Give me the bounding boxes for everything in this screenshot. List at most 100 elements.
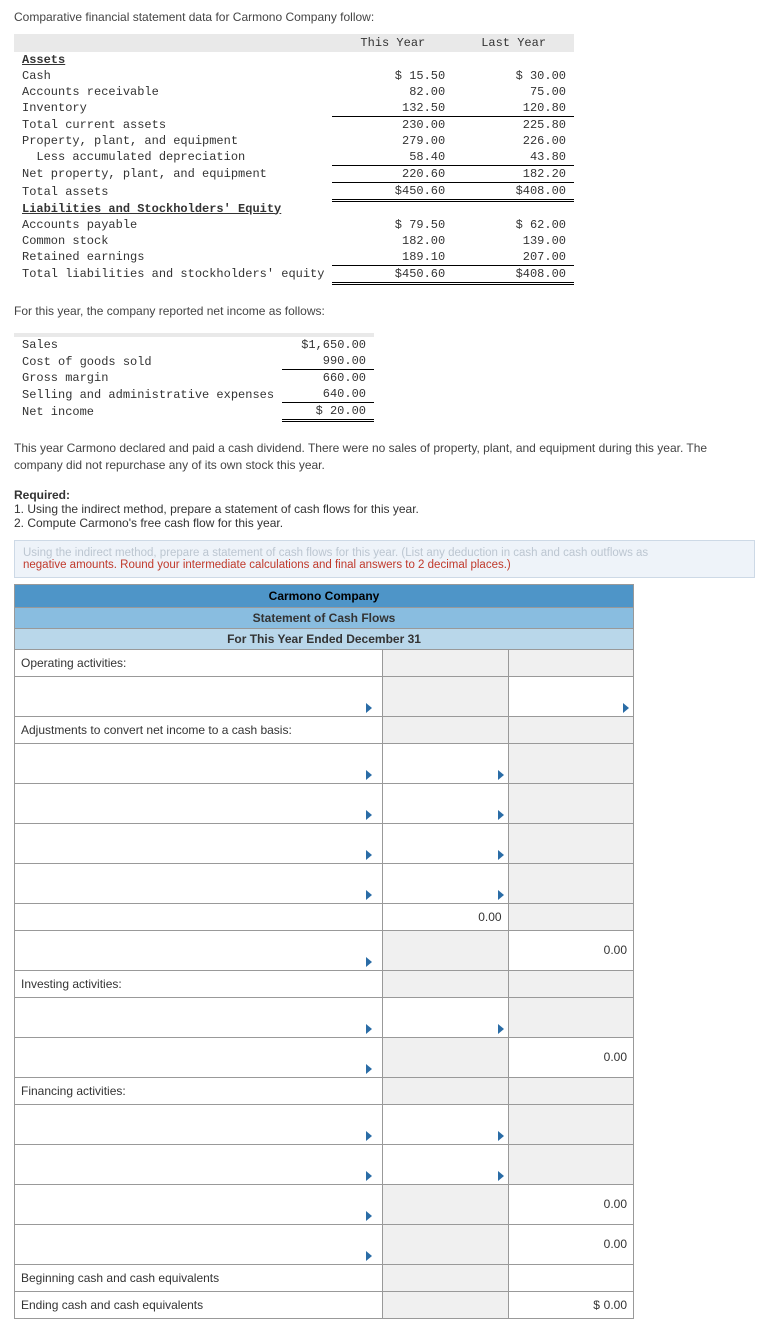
row-this-year: $ 79.50 <box>332 217 453 233</box>
inv-total-desc[interactable] <box>21 1041 376 1059</box>
cash-flow-template: Carmono Company Statement of Cash Flows … <box>14 584 634 1319</box>
row-last-year: 226.00 <box>453 133 574 149</box>
dropdown-icon[interactable] <box>366 1024 372 1034</box>
row-this-year: 132.50 <box>332 100 453 117</box>
net-change: 0.00 <box>508 1224 633 1264</box>
dropdown-icon[interactable] <box>498 890 504 900</box>
row-value: $ 20.00 <box>282 403 374 421</box>
dropdown-icon[interactable] <box>366 850 372 860</box>
row-label: Accounts payable <box>14 217 332 233</box>
dropdown-icon[interactable] <box>366 770 372 780</box>
op-total-desc[interactable] <box>21 934 376 952</box>
fin-line-2-desc[interactable] <box>21 1148 376 1166</box>
row-label: Total assets <box>14 183 332 201</box>
row-this-year: $450.60 <box>332 265 453 283</box>
row-last-year: 207.00 <box>453 249 574 266</box>
hint-cutoff-text: Using the indirect method, prepare a sta… <box>23 547 648 559</box>
row-this-year: $ 15.50 <box>332 68 453 84</box>
beginning-cash-amt[interactable] <box>509 1269 633 1287</box>
income-intro: For this year, the company reported net … <box>14 303 755 320</box>
dropdown-icon[interactable] <box>366 1171 372 1181</box>
adj-line-3-desc[interactable] <box>21 827 376 845</box>
fin-line-1-desc[interactable] <box>21 1108 376 1126</box>
dropdown-icon[interactable] <box>498 1024 504 1034</box>
intro-text: Comparative financial statement data for… <box>14 10 755 24</box>
adj-subtotal: 0.00 <box>383 903 508 930</box>
fin-line-1-amt[interactable] <box>383 1108 507 1126</box>
row-this-year: 82.00 <box>332 84 453 100</box>
cf-period: For This Year Ended December 31 <box>15 628 634 649</box>
dropdown-icon[interactable] <box>366 1211 372 1221</box>
liab-header: Liabilities and Stockholders' Equity <box>14 201 332 217</box>
op-line-1-desc[interactable] <box>21 680 376 698</box>
dropdown-icon[interactable] <box>366 810 372 820</box>
dropdown-icon[interactable] <box>366 957 372 967</box>
row-label: Property, plant, and equipment <box>14 133 332 149</box>
dropdown-icon[interactable] <box>366 1131 372 1141</box>
row-label: Selling and administrative expenses <box>14 386 282 403</box>
row-value: 640.00 <box>282 386 374 403</box>
dropdown-icon[interactable] <box>498 1171 504 1181</box>
cf-title: Carmono Company <box>15 584 634 607</box>
adj-line-4-amt[interactable] <box>383 867 507 885</box>
required-1: 1. Using the indirect method, prepare a … <box>14 502 755 516</box>
dropdown-icon[interactable] <box>366 703 372 713</box>
narrative-text: This year Carmono declared and paid a ca… <box>14 440 755 474</box>
dropdown-icon[interactable] <box>623 703 629 713</box>
inv-line-1-amt[interactable] <box>383 1001 507 1019</box>
dropdown-icon[interactable] <box>366 890 372 900</box>
balance-sheet-table: This Year Last Year Assets Cash$ 15.50$ … <box>14 34 574 285</box>
row-last-year: $ 62.00 <box>453 217 574 233</box>
row-label: Cash <box>14 68 332 84</box>
row-label: Net property, plant, and equipment <box>14 166 332 183</box>
fin-total-desc[interactable] <box>21 1188 376 1206</box>
fin-total: 0.00 <box>508 1184 633 1224</box>
row-value: 660.00 <box>282 370 374 387</box>
row-last-year: 43.80 <box>453 149 574 166</box>
cf-subtitle: Statement of Cash Flows <box>15 607 634 628</box>
dropdown-icon[interactable] <box>498 810 504 820</box>
row-last-year: $ 30.00 <box>453 68 574 84</box>
row-label: Cost of goods sold <box>14 353 282 370</box>
adj-line-3-amt[interactable] <box>383 827 507 845</box>
dropdown-icon[interactable] <box>498 1131 504 1141</box>
net-change-desc[interactable] <box>21 1228 376 1246</box>
hint-red-text: negative amounts. Round your intermediat… <box>23 559 511 571</box>
assets-header: Assets <box>14 52 332 68</box>
adj-line-2-desc[interactable] <box>21 787 376 805</box>
adj-line-2-amt[interactable] <box>383 787 507 805</box>
row-label: Common stock <box>14 233 332 249</box>
dropdown-icon[interactable] <box>366 1251 372 1261</box>
adjustments-label: Adjustments to convert net income to a c… <box>15 716 383 743</box>
row-label: Retained earnings <box>14 249 332 266</box>
op-total: 0.00 <box>508 930 633 970</box>
required-2: 2. Compute Carmono's free cash flow for … <box>14 516 755 530</box>
row-this-year: $450.60 <box>332 183 453 201</box>
financing-activities-label: Financing activities: <box>15 1077 383 1104</box>
beginning-cash-label: Beginning cash and cash equivalents <box>15 1264 383 1291</box>
dropdown-icon[interactable] <box>498 770 504 780</box>
row-this-year: 279.00 <box>332 133 453 149</box>
adj-line-1-desc[interactable] <box>21 747 376 765</box>
row-value: 990.00 <box>282 353 374 370</box>
row-label: Total liabilities and stockholders' equi… <box>14 265 332 283</box>
required-header: Required: <box>14 488 755 502</box>
row-last-year: 139.00 <box>453 233 574 249</box>
row-value: $1,650.00 <box>282 337 374 353</box>
row-this-year: 220.60 <box>332 166 453 183</box>
investing-activities-label: Investing activities: <box>15 970 383 997</box>
inv-total: 0.00 <box>508 1037 633 1077</box>
inv-line-1-desc[interactable] <box>21 1001 376 1019</box>
row-this-year: 189.10 <box>332 249 453 266</box>
row-label: Total current assets <box>14 117 332 134</box>
adj-line-1-amt[interactable] <box>383 747 507 765</box>
adj-line-4-desc[interactable] <box>21 867 376 885</box>
dropdown-icon[interactable] <box>366 1064 372 1074</box>
op-line-1-amt[interactable] <box>509 680 633 698</box>
fin-line-2-amt[interactable] <box>383 1148 507 1166</box>
row-label: Less accumulated depreciation <box>14 149 332 166</box>
col-last-year: Last Year <box>453 34 574 52</box>
dropdown-icon[interactable] <box>498 850 504 860</box>
ending-cash-amt: $0.00 <box>508 1291 633 1318</box>
row-label: Sales <box>14 337 282 353</box>
